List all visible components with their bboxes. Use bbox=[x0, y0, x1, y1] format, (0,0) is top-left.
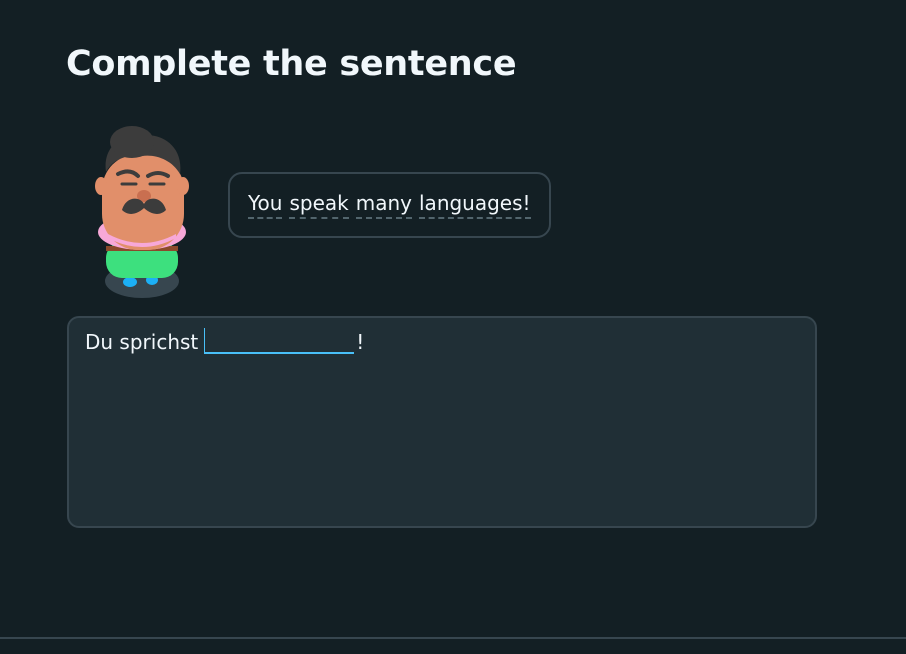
bubble-word[interactable]: You bbox=[248, 191, 283, 219]
answer-sentence: Du sprichst ! bbox=[85, 328, 364, 354]
exercise-page: Complete the sentence You speak many lan… bbox=[0, 0, 906, 654]
character-illustration bbox=[95, 126, 189, 298]
sentence-suffix: ! bbox=[356, 330, 365, 354]
answer-panel: Du sprichst ! bbox=[67, 316, 817, 528]
footer-divider bbox=[0, 637, 906, 639]
bubble-word[interactable]: many bbox=[355, 191, 412, 219]
bubble-sentence: You speak many languages! bbox=[248, 191, 531, 219]
answer-blank-input[interactable] bbox=[204, 328, 355, 354]
speech-bubble: You speak many languages! bbox=[228, 172, 551, 238]
page-title: Complete the sentence bbox=[66, 44, 517, 84]
bubble-word[interactable]: speak bbox=[289, 191, 349, 219]
bubble-word[interactable]: languages! bbox=[419, 191, 531, 219]
sentence-prefix: Du sprichst bbox=[85, 330, 199, 354]
